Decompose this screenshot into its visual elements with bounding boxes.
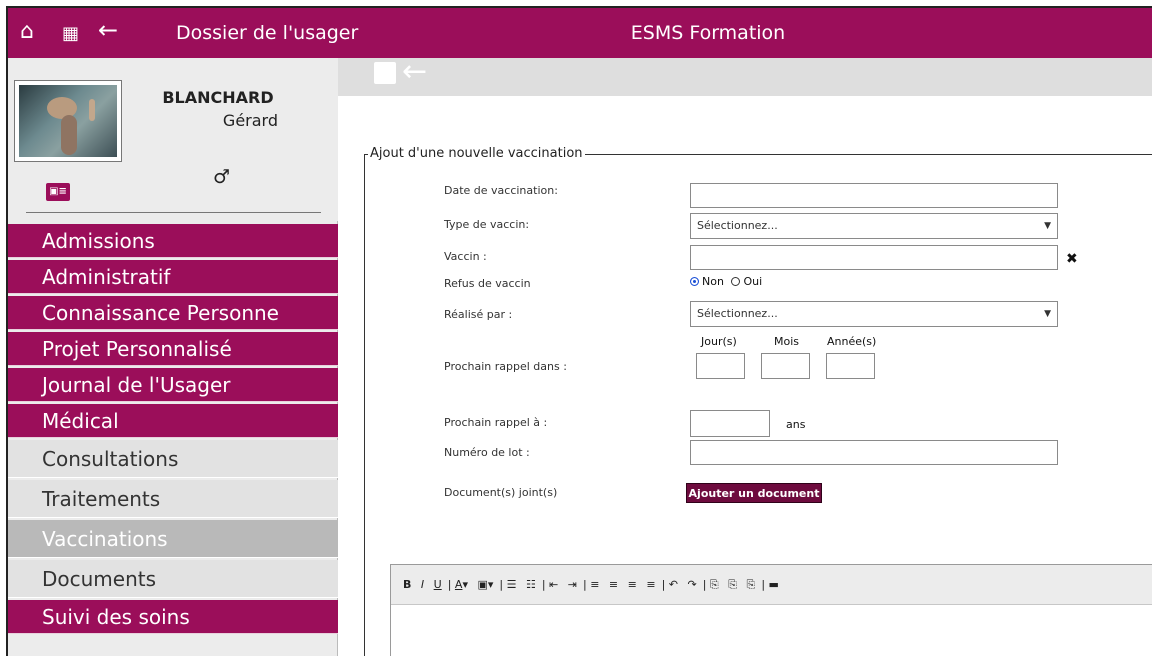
editor-toolbar: B I U | A▾ ▣▾ | ☰ ☷ | ⇤ ⇥ | ≡ ≡ ≡ ≡ | ↶ ↷ | ⎘ …	[391, 565, 1152, 605]
bold-icon[interactable]: B	[403, 578, 411, 591]
radio-oui[interactable]	[731, 277, 741, 286]
back-arrow-icon[interactable]: ←	[402, 54, 427, 89]
organization-title: ESMS Formation	[630, 22, 786, 44]
redo-icon[interactable]: ↷	[687, 578, 696, 591]
vaccine-type-select[interactable]: Sélectionnez... ▼	[690, 213, 1058, 239]
top-bar: ⌂ ▦ ← Dossier de l'usager ESMS Formation	[8, 8, 1152, 58]
days-column-label: Jour(s)	[701, 335, 737, 348]
performed-by-select[interactable]: Sélectionnez... ▼	[690, 301, 1058, 327]
main-content: ← Ajout d'une nouvelle vaccination Date …	[338, 54, 1152, 656]
sidebar-item-suivi-soins[interactable]: Suivi des soins	[8, 600, 338, 634]
home-icon[interactable]: ⌂	[20, 21, 34, 43]
patient-profile: BLANCHARD Gérard ♂ ▣≡	[8, 58, 338, 221]
app-window: ⌂ ▦ ← Dossier de l'usager ESMS Formation…	[6, 6, 1152, 656]
sidebar-subitem-traitements[interactable]: Traitements	[8, 480, 338, 518]
lot-number-label: Numéro de lot :	[444, 446, 530, 459]
months-column-label: Mois	[774, 335, 800, 348]
male-icon: ♂	[213, 166, 231, 188]
italic-icon[interactable]: I	[421, 578, 424, 591]
undo-icon[interactable]: ↶	[669, 578, 678, 591]
sidebar-subitem-consultations[interactable]: Consultations	[8, 440, 338, 478]
divider	[26, 212, 321, 213]
action-toolbar: ←	[338, 54, 1152, 96]
reminder-days-input[interactable]	[696, 353, 745, 379]
clear-icon[interactable]: ✖	[1066, 251, 1078, 267]
chevron-down-icon: ▼	[1044, 309, 1051, 319]
vaccine-type-value: Sélectionnez...	[697, 219, 778, 232]
reminder-years-input[interactable]	[826, 353, 875, 379]
radio-non[interactable]	[690, 277, 699, 286]
rich-text-editor[interactable]: B I U | A▾ ▣▾ | ☰ ☷ | ⇤ ⇥ | ≡ ≡ ≡ ≡ | ↶ ↷ | ⎘ …	[390, 564, 1152, 656]
sidebar-item-admissions[interactable]: Admissions	[8, 224, 338, 258]
text-color-icon[interactable]: A▾	[455, 578, 468, 591]
sidebar-subitem-documents[interactable]: Documents	[8, 560, 338, 598]
sidebar-item-projet-personnalise[interactable]: Projet Personnalisé	[8, 332, 338, 366]
ordered-list-icon[interactable]: ☰	[507, 578, 517, 591]
performed-by-value: Sélectionnez...	[697, 307, 778, 320]
reminder-age-input[interactable]	[690, 410, 770, 437]
paste-text-icon[interactable]: ⎘	[728, 578, 737, 591]
lot-number-input[interactable]	[690, 440, 1058, 465]
vaccine-label: Vaccin :	[444, 250, 487, 263]
date-input[interactable]	[690, 183, 1058, 208]
save-icon[interactable]	[374, 62, 396, 84]
outdent-icon[interactable]: ⇤	[549, 578, 558, 591]
align-center-icon[interactable]: ≡	[609, 578, 618, 591]
vaccine-type-label: Type de vaccin:	[444, 218, 530, 231]
indent-icon[interactable]: ⇥	[568, 578, 577, 591]
sidebar-item-medical[interactable]: Médical	[8, 404, 338, 438]
app-title: Dossier de l'usager	[176, 22, 359, 44]
back-arrow-icon[interactable]: ←	[98, 18, 118, 42]
age-unit-label: ans	[786, 418, 806, 431]
sidebar-item-journal-usager[interactable]: Journal de l'Usager	[8, 368, 338, 402]
sidebar-item-administratif[interactable]: Administratif	[8, 260, 338, 294]
date-label: Date de vaccination:	[444, 184, 558, 197]
unordered-list-icon[interactable]: ☷	[526, 578, 536, 591]
background-color-icon[interactable]: ▣▾	[477, 578, 493, 591]
documents-label: Document(s) joint(s)	[444, 486, 558, 499]
radio-non-label: Non	[702, 275, 724, 288]
sidebar-subitem-vaccinations[interactable]: Vaccinations	[8, 520, 338, 558]
next-reminder-at-label: Prochain rappel à :	[444, 416, 548, 429]
apps-grid-icon[interactable]: ▦	[62, 23, 79, 45]
horizontal-rule-icon[interactable]: ▬	[769, 578, 779, 591]
sidebar-item-connaissance-personne[interactable]: Connaissance Personne	[8, 296, 338, 330]
performed-by-label: Réalisé par :	[444, 308, 513, 321]
align-left-icon[interactable]: ≡	[590, 578, 599, 591]
justify-icon[interactable]: ≡	[646, 578, 655, 591]
patient-photo	[14, 80, 122, 162]
refusal-radio-group: Non Oui	[690, 275, 762, 288]
reminder-months-input[interactable]	[761, 353, 810, 379]
sidebar: BLANCHARD Gérard ♂ ▣≡ Admissions Adminis…	[8, 58, 338, 656]
id-card-icon[interactable]: ▣≡	[46, 183, 70, 201]
sidebar-menu: Admissions Administratif Connaissance Pe…	[8, 224, 338, 636]
paste-word-icon[interactable]: ⎘	[747, 578, 756, 591]
align-right-icon[interactable]: ≡	[628, 578, 637, 591]
refusal-label: Refus de vaccin	[444, 277, 531, 290]
chevron-down-icon: ▼	[1044, 221, 1051, 231]
paste-icon[interactable]: ⎘	[710, 578, 719, 591]
years-column-label: Année(s)	[827, 335, 877, 348]
radio-oui-label: Oui	[743, 275, 763, 288]
next-reminder-in-label: Prochain rappel dans :	[444, 360, 567, 373]
vaccine-input[interactable]	[690, 245, 1058, 270]
patient-last-name: BLANCHARD	[162, 88, 274, 107]
patient-first-name: Gérard	[222, 111, 278, 130]
fieldset-legend: Ajout d'une nouvelle vaccination	[368, 146, 585, 161]
underline-icon[interactable]: U	[434, 578, 442, 591]
add-document-button[interactable]: Ajouter un document	[686, 483, 822, 503]
